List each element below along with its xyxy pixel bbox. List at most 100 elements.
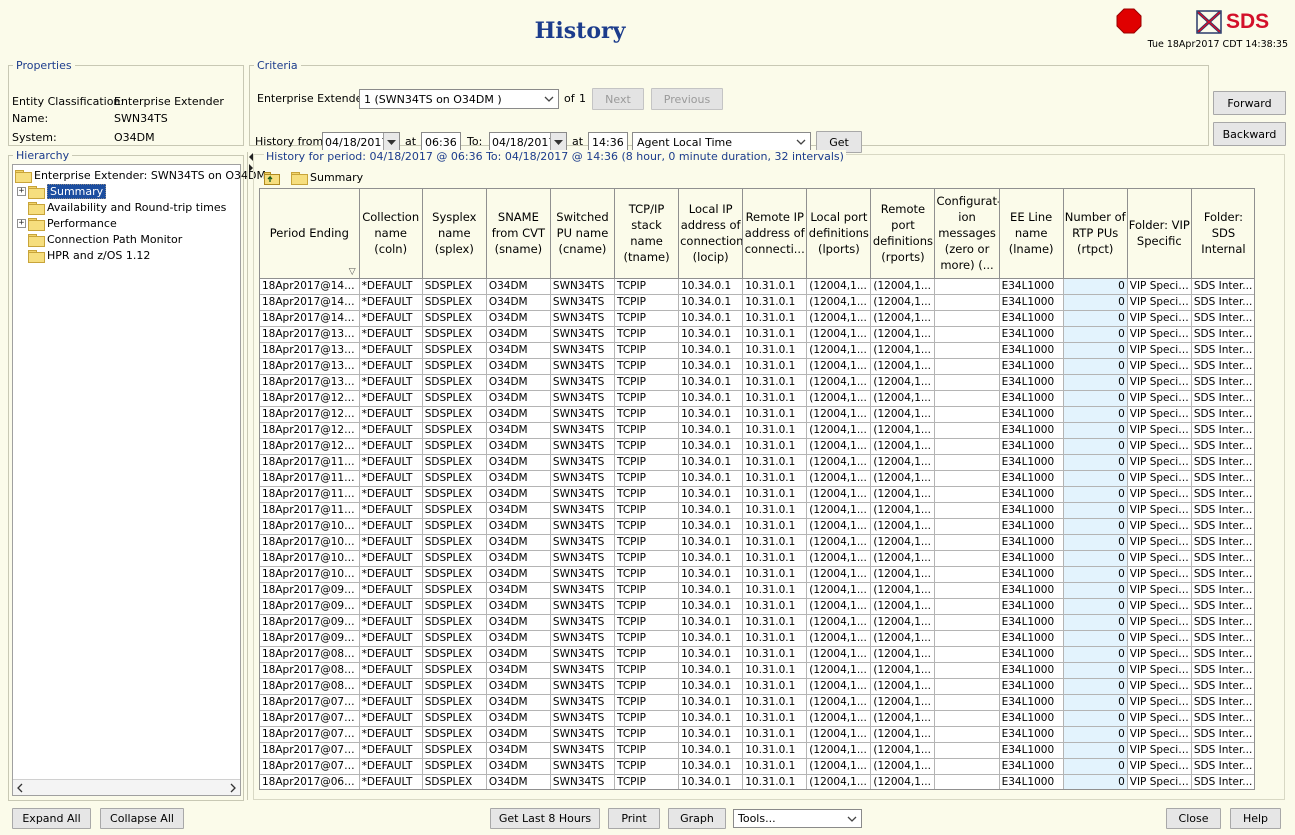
tree-item-availability[interactable]: Availability and Round-trip times xyxy=(28,199,226,215)
expand-icon[interactable]: + xyxy=(17,218,26,228)
help-button[interactable]: Help xyxy=(1230,808,1281,829)
tools-select[interactable]: Tools... xyxy=(733,809,862,828)
to-date-picker[interactable]: 04/18/2017 xyxy=(489,132,567,152)
table-cell: 10.31.0.1 xyxy=(742,518,808,535)
column-header[interactable]: TCP/IP stack name (tname) xyxy=(614,189,680,279)
stop-icon[interactable] xyxy=(1116,8,1142,34)
calendar-dropdown-icon[interactable] xyxy=(383,133,399,151)
column-header[interactable]: Period Ending ▽ xyxy=(260,189,360,279)
table-row[interactable]: 18Apr2017@07:00 *DEFAULT SDSPLEX O34DM SWN34… xyxy=(260,758,1254,775)
folder-up-icon[interactable] xyxy=(264,171,280,185)
tree-root-label: Enterprise Extender: SWN34TS on O34DM xyxy=(34,168,266,182)
close-button[interactable]: Close xyxy=(1166,808,1221,829)
column-header[interactable]: Remote IP address of connecti... xyxy=(742,189,808,279)
next-button[interactable]: Next xyxy=(592,88,644,110)
table-row[interactable]: 18Apr2017@13:30 *DEFAULT SDSPLEX O34DM SWN34… xyxy=(260,342,1254,359)
tree-item-performance[interactable]: + Performance xyxy=(17,215,117,231)
table-row[interactable]: 18Apr2017@10:30 *DEFAULT SDSPLEX O34DM SWN34… xyxy=(260,534,1254,551)
table-row[interactable]: 18Apr2017@13:00 *DEFAULT SDSPLEX O34DM SWN34… xyxy=(260,374,1254,391)
get-last-8-hours-button[interactable]: Get Last 8 Hours xyxy=(490,808,600,829)
chevron-down-icon[interactable] xyxy=(792,133,810,151)
scroll-right-icon[interactable] xyxy=(229,783,237,793)
column-header[interactable]: Switched PU name (cname) xyxy=(550,189,616,279)
of-count: 1 xyxy=(579,92,586,105)
expand-all-button[interactable]: Expand All xyxy=(12,808,91,829)
column-header[interactable]: Number of RTP PUs (rtpct) xyxy=(1063,189,1128,279)
table-row[interactable]: 18Apr2017@09:30 *DEFAULT SDSPLEX O34DM SWN34… xyxy=(260,598,1254,615)
scroll-left-icon[interactable] xyxy=(16,783,24,793)
table-row[interactable]: 18Apr2017@07:45 *DEFAULT SDSPLEX O34DM SWN34… xyxy=(260,710,1254,727)
table-row[interactable]: 18Apr2017@09:45 *DEFAULT SDSPLEX O34DM SWN34… xyxy=(260,582,1254,599)
print-button[interactable]: Print xyxy=(608,808,660,829)
table-cell: SWN34TS xyxy=(550,518,616,535)
table-cell: VIP Specif... xyxy=(1127,710,1192,727)
table-cell: O34DM xyxy=(486,774,551,789)
column-header[interactable]: Folder: VIP Specific xyxy=(1127,189,1192,279)
backward-button[interactable]: Backward xyxy=(1213,122,1286,146)
table-cell: VIP Specif... xyxy=(1127,294,1192,311)
table-row[interactable]: 18Apr2017@11:45 *DEFAULT SDSPLEX O34DM SWN34… xyxy=(260,454,1254,471)
table-row[interactable]: 18Apr2017@07:15 *DEFAULT SDSPLEX O34DM SWN34… xyxy=(260,742,1254,759)
table-row[interactable]: 18Apr2017@11:00 *DEFAULT SDSPLEX O34DM SWN34… xyxy=(260,502,1254,519)
table-row[interactable]: 18Apr2017@07:30 *DEFAULT SDSPLEX O34DM SWN34… xyxy=(260,726,1254,743)
table-cell: E34L1000 xyxy=(999,438,1064,455)
table-row[interactable]: 18Apr2017@10:45 *DEFAULT SDSPLEX O34DM SWN34… xyxy=(260,518,1254,535)
cell-period-ending: 18Apr2017@10:15 xyxy=(260,550,360,567)
entity-select[interactable]: 1 (SWN34TS on O34DM ) xyxy=(359,89,559,109)
from-time-input[interactable]: 06:36 xyxy=(421,132,461,152)
column-header[interactable]: Local port definitions (lports) xyxy=(806,189,872,279)
table-row[interactable]: 18Apr2017@12:45 *DEFAULT SDSPLEX O34DM SWN34… xyxy=(260,390,1254,407)
table-row[interactable]: 18Apr2017@14:00 *DEFAULT SDSPLEX O34DM SWN34… xyxy=(260,310,1254,327)
column-header[interactable]: Folder: SDS Internal xyxy=(1191,189,1254,279)
table-row[interactable]: 18Apr2017@09:00 *DEFAULT SDSPLEX O34DM SWN34… xyxy=(260,630,1254,647)
previous-button[interactable]: Previous xyxy=(651,88,723,110)
table-row[interactable]: 18Apr2017@08:30 *DEFAULT SDSPLEX O34DM SWN34… xyxy=(260,662,1254,679)
chevron-down-icon[interactable] xyxy=(540,90,558,108)
table-row[interactable]: 18Apr2017@06:45 *DEFAULT SDSPLEX O34DM SWN34… xyxy=(260,774,1254,789)
graph-button[interactable]: Graph xyxy=(668,808,726,829)
chevron-down-icon[interactable] xyxy=(843,810,861,827)
table-cell: TCPIP xyxy=(614,758,680,775)
table-cell: 10.31.0.1 xyxy=(742,374,808,391)
column-header[interactable]: Configurat-ion messages (zero or more) (… xyxy=(934,189,1000,279)
table-row[interactable]: 18Apr2017@14:29 *DEFAULT SDSPLEX O34DM SWN34… xyxy=(260,278,1254,295)
column-header[interactable]: Collection name (coln) xyxy=(359,189,423,279)
table-row[interactable]: 18Apr2017@11:30 *DEFAULT SDSPLEX O34DM SWN34… xyxy=(260,470,1254,487)
table-row[interactable]: 18Apr2017@13:45 *DEFAULT SDSPLEX O34DM SWN34… xyxy=(260,326,1254,343)
timezone-select[interactable]: Agent Local Time xyxy=(632,132,811,152)
column-header[interactable]: Sysplex name (splex) xyxy=(422,189,487,279)
column-header[interactable]: EE Line name (lname) xyxy=(999,189,1064,279)
to-time-input[interactable]: 14:36 xyxy=(588,132,628,152)
from-date-picker[interactable]: 04/18/2017 xyxy=(322,132,400,152)
table-row[interactable]: 18Apr2017@14:15 *DEFAULT SDSPLEX O34DM SWN34… xyxy=(260,294,1254,311)
forward-button[interactable]: Forward xyxy=(1213,91,1286,115)
column-header[interactable]: Local IP address of connection (locip) xyxy=(678,189,744,279)
tree-item-hpr[interactable]: HPR and z/OS 1.12 xyxy=(28,247,150,263)
table-row[interactable]: 18Apr2017@13:15 *DEFAULT SDSPLEX O34DM SWN34… xyxy=(260,358,1254,375)
table-row[interactable]: 18Apr2017@10:00 *DEFAULT SDSPLEX O34DM SWN34… xyxy=(260,566,1254,583)
table-row[interactable]: 18Apr2017@07:59 *DEFAULT SDSPLEX O34DM SWN34… xyxy=(260,694,1254,711)
tree-horizontal-scrollbar[interactable] xyxy=(13,779,240,795)
column-header[interactable]: SNAME from CVT (sname) xyxy=(486,189,551,279)
table-cell: SWN34TS xyxy=(550,294,616,311)
expand-icon[interactable]: + xyxy=(17,186,26,196)
calendar-dropdown-icon[interactable] xyxy=(550,133,566,151)
table-row[interactable]: 18Apr2017@09:15 *DEFAULT SDSPLEX O34DM SWN34… xyxy=(260,614,1254,631)
table-cell: TCPIP xyxy=(614,534,680,551)
tree-item-summary[interactable]: + Summary xyxy=(17,183,107,199)
table-row[interactable]: 18Apr2017@08:45 *DEFAULT SDSPLEX O34DM SWN34… xyxy=(260,646,1254,663)
tree-root[interactable]: Enterprise Extender: SWN34TS on O34DM xyxy=(15,167,266,183)
table-row[interactable]: 18Apr2017@10:15 *DEFAULT SDSPLEX O34DM SWN34… xyxy=(260,550,1254,567)
criteria-legend: Criteria xyxy=(257,59,298,72)
hierarchy-tree[interactable]: Enterprise Extender: SWN34TS on O34DM + … xyxy=(12,164,266,796)
table-row[interactable]: 18Apr2017@11:14 *DEFAULT SDSPLEX O34DM SWN34… xyxy=(260,486,1254,503)
collapse-all-button[interactable]: Collapse All xyxy=(100,808,184,829)
table-row[interactable]: 18Apr2017@08:15 *DEFAULT SDSPLEX O34DM SWN34… xyxy=(260,678,1254,695)
summary-crumb[interactable]: Summary xyxy=(291,171,363,185)
table-row[interactable]: 18Apr2017@12:15 *DEFAULT SDSPLEX O34DM SWN34… xyxy=(260,422,1254,439)
column-header[interactable]: Remote port definitions (rports) xyxy=(870,189,936,279)
tree-item-connection-path[interactable]: Connection Path Monitor xyxy=(28,231,182,247)
table-row[interactable]: 18Apr2017@12:00 *DEFAULT SDSPLEX O34DM SWN34… xyxy=(260,438,1254,455)
table-cell: 10.34.0.1 xyxy=(678,502,744,519)
table-row[interactable]: 18Apr2017@12:30 *DEFAULT SDSPLEX O34DM SWN34… xyxy=(260,406,1254,423)
